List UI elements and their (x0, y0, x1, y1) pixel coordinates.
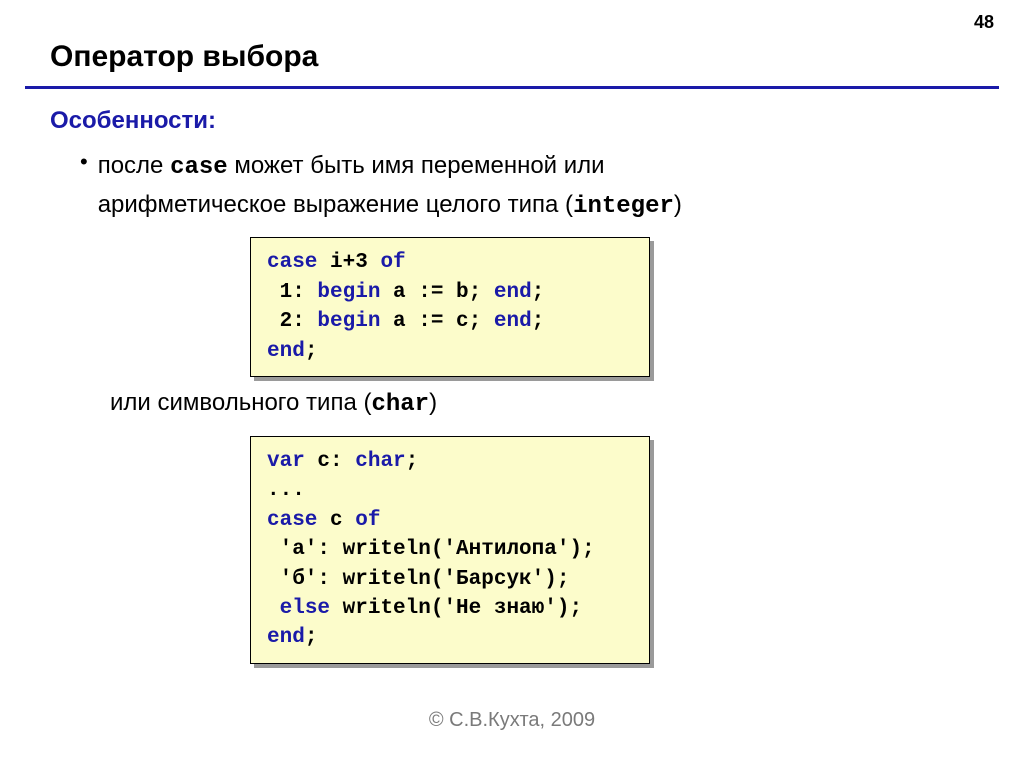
page-number: 48 (974, 12, 994, 33)
code-kw: end (494, 310, 532, 333)
code-block-char: var c: char; ... case c of 'а': writeln(… (250, 436, 650, 664)
code-text: a := b; (380, 281, 493, 304)
code-text: i+3 (317, 251, 380, 274)
code-text (267, 597, 280, 620)
bullet-line2-pre: арифметическое выражение целого типа ( (98, 191, 573, 218)
code-kw: end (494, 281, 532, 304)
code-kw: char (355, 450, 405, 473)
code-text: 'б': writeln('Барсук'); (267, 568, 569, 591)
code-kw: begin (317, 310, 380, 333)
bullet-line2-post: ) (674, 191, 682, 218)
code-kw: case (267, 251, 317, 274)
code-text: ; (305, 340, 318, 363)
code-kw: case (267, 509, 317, 532)
code-text: ... (267, 479, 305, 502)
bullet-line1-mono: case (170, 154, 228, 181)
code-text: 2: (267, 310, 317, 333)
code-text: ; (406, 450, 419, 473)
bullet-text: после case может быть имя переменной или… (98, 147, 682, 225)
code-kw: else (280, 597, 330, 620)
code-text: ; (532, 310, 545, 333)
code-text: c (317, 509, 355, 532)
code-text: ; (305, 626, 318, 649)
code-kw: of (380, 251, 405, 274)
bullet-dot-icon: • (80, 147, 88, 173)
bullet-line1-pre: после (98, 152, 170, 179)
code-text: c: (305, 450, 355, 473)
slide-title: Оператор выбора (0, 0, 1024, 86)
bullet-item: • после case может быть имя переменной и… (0, 135, 1024, 225)
section-heading: Особенности: (0, 89, 1024, 135)
code-kw: of (355, 509, 380, 532)
mid-line-post: ) (429, 389, 437, 416)
mid-line: или символьного типа (char) (0, 377, 1024, 418)
footer-copyright: © С.В.Кухта, 2009 (0, 709, 1024, 732)
code-kw: end (267, 340, 305, 363)
code-text: ; (532, 281, 545, 304)
bullet-line2-mono: integer (573, 193, 674, 220)
code-kw: begin (317, 281, 380, 304)
code-text: a := c; (380, 310, 493, 333)
code-text: 'а': writeln('Антилопа'); (267, 538, 595, 561)
code-text: writeln('Не знаю'); (330, 597, 582, 620)
code-text: 1: (267, 281, 317, 304)
mid-line-mono: char (371, 391, 429, 418)
code-kw: var (267, 450, 305, 473)
mid-line-pre: или символьного типа ( (110, 389, 371, 416)
code-block-integer: case i+3 of 1: begin a := b; end; 2: beg… (250, 237, 650, 377)
code-kw: end (267, 626, 305, 649)
bullet-line1-post: может быть имя переменной или (228, 152, 605, 179)
